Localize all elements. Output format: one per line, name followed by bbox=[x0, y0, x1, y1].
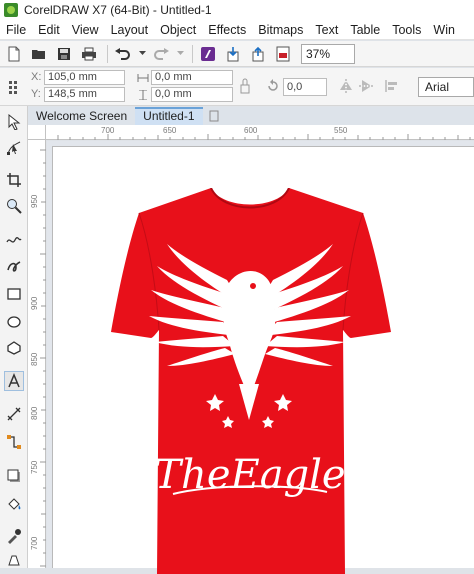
open-folder-icon[interactable] bbox=[28, 43, 50, 65]
outline-pen-tool-icon[interactable] bbox=[4, 550, 24, 570]
shape-tool-icon[interactable] bbox=[4, 138, 24, 158]
menu-effects[interactable]: Effects bbox=[202, 20, 252, 40]
interactive-fill-tool-icon[interactable] bbox=[4, 494, 24, 514]
coreldraw-app-icon bbox=[4, 3, 18, 17]
menu-file[interactable]: File bbox=[0, 20, 32, 40]
y-position-label: Y: bbox=[31, 88, 41, 100]
new-tab-icon[interactable] bbox=[203, 107, 225, 125]
ruler-label: 700 bbox=[101, 126, 115, 135]
publish-pdf-icon[interactable] bbox=[272, 43, 294, 65]
freehand-tool-icon[interactable] bbox=[4, 230, 24, 250]
new-document-icon[interactable] bbox=[3, 43, 25, 65]
ruler-label: 700 bbox=[30, 536, 39, 550]
standard-toolbar: 37% bbox=[0, 41, 474, 67]
window-title: CorelDRAW X7 (64-Bit) - Untitled-1 bbox=[24, 3, 212, 17]
rotation-angle-input[interactable]: 0,0 bbox=[283, 78, 327, 96]
tshirt-design[interactable]: TheEagle bbox=[63, 188, 437, 574]
tab-untitled-1[interactable]: Untitled-1 bbox=[135, 107, 203, 125]
lock-ratio-icon[interactable] bbox=[240, 77, 250, 98]
redo-icon[interactable] bbox=[150, 43, 172, 65]
menu-window[interactable]: Win bbox=[427, 20, 461, 40]
print-icon[interactable] bbox=[78, 43, 100, 65]
menu-bar: File Edit View Layout Object Effects Bit… bbox=[0, 20, 474, 40]
toolbar-separator bbox=[192, 44, 193, 63]
ruler-label: 650 bbox=[163, 126, 177, 135]
height-icon bbox=[137, 89, 149, 103]
text-tool-icon[interactable] bbox=[4, 371, 24, 391]
width-icon bbox=[137, 72, 149, 86]
menu-tools[interactable]: Tools bbox=[386, 20, 427, 40]
crop-tool-icon[interactable] bbox=[4, 170, 24, 190]
menu-layout[interactable]: Layout bbox=[105, 20, 155, 40]
tab-welcome-screen[interactable]: Welcome Screen bbox=[28, 107, 135, 125]
mirror-horizontal-icon[interactable] bbox=[338, 78, 354, 97]
object-width-input[interactable]: 0,0 mm bbox=[151, 70, 233, 85]
ruler-label: 600 bbox=[244, 126, 258, 135]
undo-icon[interactable] bbox=[112, 43, 134, 65]
x-position-input[interactable]: 105,0 mm bbox=[44, 70, 125, 85]
menu-text[interactable]: Text bbox=[309, 20, 344, 40]
align-icon[interactable] bbox=[384, 78, 400, 97]
object-height-input[interactable]: 0,0 mm bbox=[151, 87, 233, 102]
font-family-select[interactable]: Arial bbox=[418, 77, 474, 97]
document-tab-bar: Welcome Screen Untitled-1 bbox=[28, 107, 474, 125]
drawing-canvas[interactable]: TheEagle bbox=[47, 141, 474, 574]
ellipse-tool-icon[interactable] bbox=[4, 312, 24, 332]
mirror-vertical-icon[interactable] bbox=[358, 78, 374, 97]
pick-tool-icon[interactable] bbox=[4, 112, 24, 132]
menu-edit[interactable]: Edit bbox=[32, 20, 66, 40]
property-bar: X: 105,0 mm Y: 148,5 mm 0,0 mm 0,0 mm 0,… bbox=[0, 68, 474, 106]
artistic-media-tool-icon[interactable] bbox=[4, 256, 24, 276]
zoom-level-input[interactable]: 37% bbox=[301, 43, 355, 64]
ruler-label: 750 bbox=[30, 460, 39, 474]
parallel-dimension-tool-icon[interactable] bbox=[4, 404, 24, 424]
menu-bitmaps[interactable]: Bitmaps bbox=[252, 20, 309, 40]
drop-shadow-tool-icon[interactable] bbox=[4, 466, 24, 486]
rotate-icon bbox=[266, 79, 280, 96]
menu-object[interactable]: Object bbox=[154, 20, 202, 40]
vertical-ruler[interactable]: 950 900 850 800 750 700 bbox=[28, 140, 46, 568]
ruler-label: 900 bbox=[30, 296, 39, 310]
page-size-icon[interactable] bbox=[4, 76, 26, 98]
menu-table[interactable]: Table bbox=[344, 20, 386, 40]
toolbox bbox=[0, 106, 28, 568]
ruler-label: 800 bbox=[30, 406, 39, 420]
connector-tool-icon[interactable] bbox=[4, 432, 24, 452]
corel-connect-icon[interactable] bbox=[197, 43, 219, 65]
document-page[interactable]: TheEagle bbox=[52, 146, 474, 574]
undo-dropdown-icon[interactable] bbox=[137, 43, 147, 65]
zoom-tool-icon[interactable] bbox=[4, 196, 24, 216]
ruler-label: 950 bbox=[30, 194, 39, 208]
title-bar: CorelDRAW X7 (64-Bit) - Untitled-1 bbox=[0, 0, 474, 20]
horizontal-ruler[interactable]: 700 650 600 550 bbox=[46, 125, 474, 140]
polygon-tool-icon[interactable] bbox=[4, 338, 24, 358]
menu-view[interactable]: View bbox=[66, 20, 105, 40]
toolbar-separator bbox=[107, 44, 108, 63]
export-icon[interactable] bbox=[247, 43, 269, 65]
save-icon[interactable] bbox=[53, 43, 75, 65]
redo-dropdown-icon[interactable] bbox=[175, 43, 185, 65]
ruler-label: 850 bbox=[30, 352, 39, 366]
ruler-label: 550 bbox=[334, 126, 348, 135]
eyedropper-tool-icon[interactable] bbox=[4, 526, 24, 546]
x-position-label: X: bbox=[31, 71, 42, 83]
import-icon[interactable] bbox=[222, 43, 244, 65]
ruler-origin[interactable] bbox=[28, 125, 46, 140]
y-position-input[interactable]: 148,5 mm bbox=[44, 87, 125, 102]
rectangle-tool-icon[interactable] bbox=[4, 284, 24, 304]
eagle-eye bbox=[250, 283, 256, 289]
